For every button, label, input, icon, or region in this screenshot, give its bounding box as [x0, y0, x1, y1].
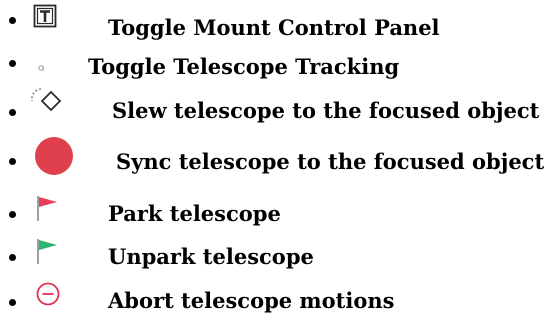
abort-icon: [36, 282, 60, 306]
bullet: [9, 60, 16, 67]
tracking-icon: [38, 65, 44, 71]
item-label: Sync telescope to the focused object: [116, 149, 545, 174]
item-label: Toggle Mount Control Panel: [108, 15, 440, 40]
item-label: Unpark telescope: [108, 244, 314, 269]
bullet: [9, 17, 16, 24]
item-label: Abort telescope motions: [108, 288, 395, 313]
bullet: [9, 211, 16, 218]
bullet: [9, 158, 16, 165]
list-item-sync: Sync telescope to the focused object: [0, 136, 553, 176]
item-label: Toggle Telescope Tracking: [88, 54, 400, 79]
item-label: Slew telescope to the focused object: [112, 98, 540, 123]
sync-icon: [35, 137, 73, 175]
item-label: Park telescope: [108, 201, 281, 226]
bullet: [9, 299, 16, 306]
list-item-abort: Abort telescope motions: [0, 278, 553, 318]
toggle-mount-panel-icon: [33, 4, 57, 28]
slew-icon: [31, 88, 62, 112]
unpark-flag-icon: [37, 239, 57, 264]
list-item-park: Park telescope: [0, 192, 553, 232]
list-item-unpark: Unpark telescope: [0, 235, 553, 275]
list-item-slew: Slew telescope to the focused object: [0, 87, 553, 127]
bullet: [9, 109, 16, 116]
bullet: [9, 254, 16, 261]
list-item-toggle-mount-panel: Toggle Mount Control Panel: [0, 0, 553, 40]
list-item-toggle-tracking: Toggle Telescope Tracking: [0, 44, 553, 84]
park-flag-icon: [37, 196, 57, 221]
